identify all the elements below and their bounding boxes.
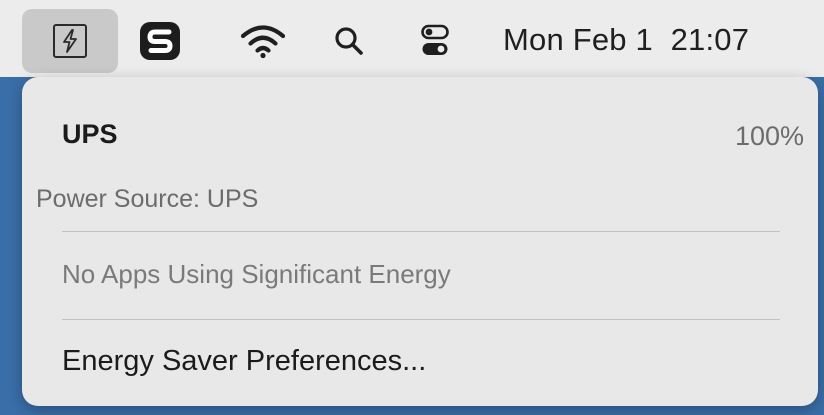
s-app-menu-button[interactable] xyxy=(136,18,184,64)
energy-saver-preferences-item[interactable]: Energy Saver Preferences... xyxy=(62,345,426,378)
menu-divider xyxy=(62,319,780,320)
search-icon xyxy=(335,27,363,55)
spotlight-search-button[interactable] xyxy=(326,18,372,64)
menu-divider xyxy=(62,231,780,232)
power-icon xyxy=(53,24,87,58)
power-dropdown-menu: UPS 100% Power Source: UPS No Apps Using… xyxy=(22,77,818,406)
power-status-button[interactable] xyxy=(22,9,118,73)
menu-bar: Mon Feb 1 21:07 xyxy=(0,0,824,77)
power-device-title: UPS xyxy=(62,119,118,149)
wifi-icon xyxy=(240,25,286,59)
control-center-icon xyxy=(421,24,449,55)
wifi-menu-button[interactable] xyxy=(236,18,290,64)
energy-status-label: No Apps Using Significant Energy xyxy=(62,259,451,289)
power-percent: 100% xyxy=(734,121,804,151)
control-center-button[interactable] xyxy=(412,18,458,64)
menu-bar-clock[interactable]: Mon Feb 1 21:07 xyxy=(503,22,749,58)
power-source-label: Power Source: UPS xyxy=(36,185,259,213)
s-app-icon xyxy=(140,22,180,60)
